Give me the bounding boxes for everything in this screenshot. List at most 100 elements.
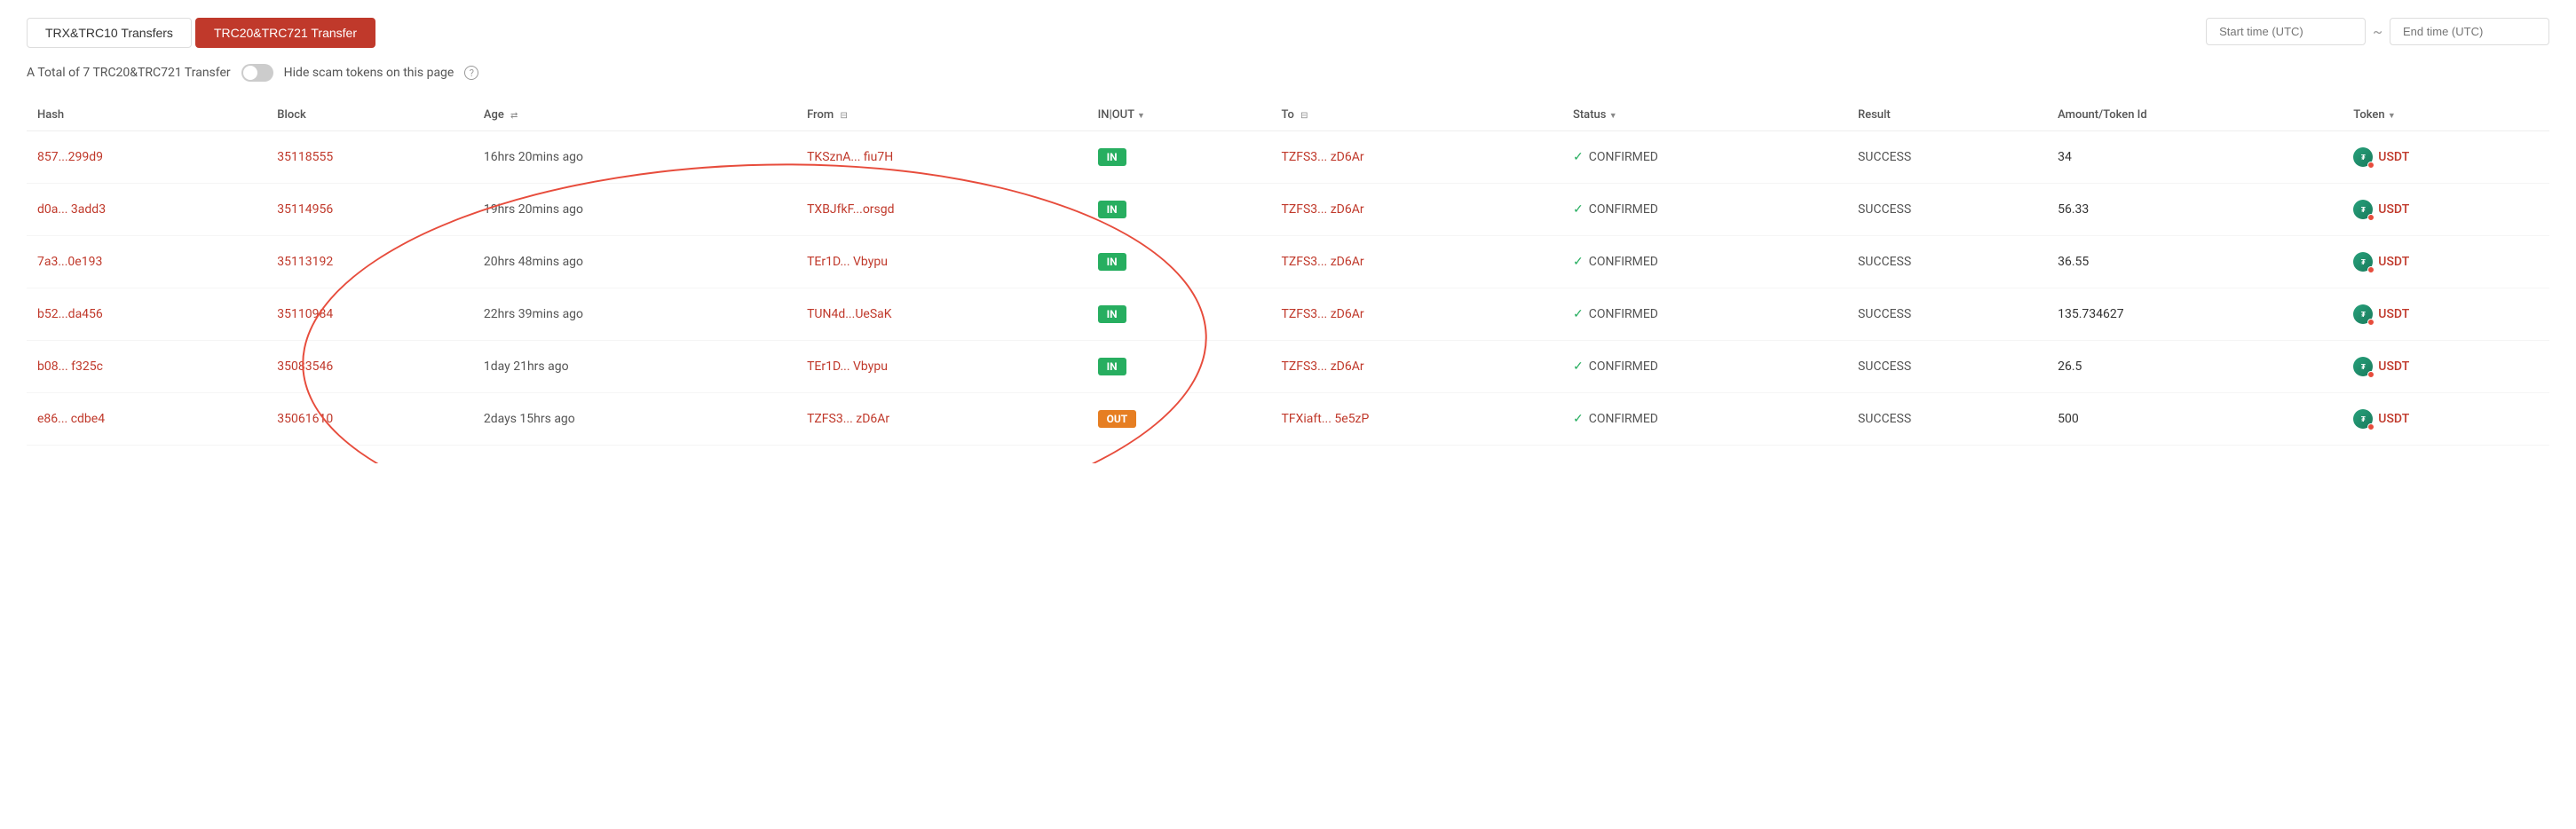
amount-text-2: 36.55: [2058, 255, 2089, 269]
age-text-4: 1day 21hrs ago: [484, 359, 569, 374]
confirmed-icon-3: ✓: [1573, 307, 1584, 321]
hash-link-5[interactable]: e86... cdbe4: [37, 412, 105, 426]
cell-direction-5: OUT: [1087, 393, 1271, 446]
cell-result-3: SUCCESS: [1847, 288, 2047, 341]
block-link-5[interactable]: 35061610: [277, 412, 333, 426]
col-status[interactable]: Status ▼: [1562, 99, 1847, 131]
tab-trc20[interactable]: TRC20&TRC721 Transfer: [195, 18, 375, 48]
cell-status-1: ✓ CONFIRMED: [1562, 184, 1847, 236]
table-row: b08... f325c 35083546 1day 21hrs ago TEr…: [27, 341, 2549, 393]
cell-age-0: 16hrs 20mins ago: [473, 131, 796, 184]
to-link-0[interactable]: TZFS3... zD6Ar: [1282, 150, 1364, 164]
col-inout[interactable]: IN|OUT ▼: [1087, 99, 1271, 131]
cell-from-1: TXBJfkF...orsgd: [796, 184, 1087, 236]
to-link-1[interactable]: TZFS3... zD6Ar: [1282, 202, 1364, 217]
age-text-0: 16hrs 20mins ago: [484, 150, 583, 164]
table-row: d0a... 3add3 35114956 19hrs 20mins ago T…: [27, 184, 2549, 236]
age-text-2: 20hrs 48mins ago: [484, 255, 583, 269]
from-link-2[interactable]: TEr1D... Vbypu: [807, 255, 888, 269]
inout-sort-icon: ▼: [1137, 112, 1145, 121]
table-row: 7a3...0e193 35113192 20hrs 48mins ago TE…: [27, 236, 2549, 288]
token-name-3[interactable]: USDT: [2378, 307, 2409, 321]
cell-from-3: TUN4d...UeSaK: [796, 288, 1087, 341]
token-icon-4: ₮: [2353, 357, 2373, 376]
start-time-input[interactable]: [2206, 18, 2366, 45]
hide-scam-toggle[interactable]: [241, 64, 273, 82]
summary-text: A Total of 7 TRC20&TRC721 Transfer: [27, 66, 231, 80]
cell-amount-5: 500: [2047, 393, 2343, 446]
to-filter-icon[interactable]: ⊟: [1300, 111, 1308, 121]
cell-hash-1: d0a... 3add3: [27, 184, 266, 236]
token-icon-2: ₮: [2353, 252, 2373, 272]
cell-amount-2: 36.55: [2047, 236, 2343, 288]
cell-direction-0: IN: [1087, 131, 1271, 184]
cell-result-2: SUCCESS: [1847, 236, 2047, 288]
cell-to-5: TFXiaft... 5e5zP: [1271, 393, 1562, 446]
confirmed-icon-5: ✓: [1573, 412, 1584, 426]
token-name-1[interactable]: USDT: [2378, 202, 2409, 217]
from-link-3[interactable]: TUN4d...UeSaK: [807, 307, 891, 321]
col-amount: Amount/Token Id: [2047, 99, 2343, 131]
direction-badge-2: IN: [1098, 253, 1126, 271]
cell-to-0: TZFS3... zD6Ar: [1271, 131, 1562, 184]
to-link-3[interactable]: TZFS3... zD6Ar: [1282, 307, 1364, 321]
col-hash: Hash: [27, 99, 266, 131]
amount-text-5: 500: [2058, 412, 2079, 426]
tab-trx[interactable]: TRX&TRC10 Transfers: [27, 18, 192, 48]
tab-bar: TRX&TRC10 Transfers TRC20&TRC721 Transfe…: [27, 18, 2549, 48]
hash-link-4[interactable]: b08... f325c: [37, 359, 103, 374]
hash-link-3[interactable]: b52...da456: [37, 307, 103, 321]
to-link-4[interactable]: TZFS3... zD6Ar: [1282, 359, 1364, 374]
age-text-5: 2days 15hrs ago: [484, 412, 575, 426]
from-link-4[interactable]: TEr1D... Vbypu: [807, 359, 888, 374]
cell-age-1: 19hrs 20mins ago: [473, 184, 796, 236]
block-link-4[interactable]: 35083546: [277, 359, 333, 374]
from-link-1[interactable]: TXBJfkF...orsgd: [807, 202, 894, 217]
block-link-3[interactable]: 35110984: [277, 307, 333, 321]
time-filters: ~: [2206, 18, 2549, 45]
block-link-0[interactable]: 35118555: [277, 150, 333, 164]
col-from: From ⊟: [796, 99, 1087, 131]
hash-link-0[interactable]: 857...299d9: [37, 150, 103, 164]
from-link-5[interactable]: TZFS3... zD6Ar: [807, 412, 889, 426]
direction-badge-5: OUT: [1098, 410, 1137, 428]
table-row: e86... cdbe4 35061610 2days 15hrs ago TZ…: [27, 393, 2549, 446]
from-link-0[interactable]: TKSznA... fiu7H: [807, 150, 893, 164]
status-text-0: CONFIRMED: [1589, 150, 1658, 164]
transfers-table: Hash Block Age ⇄ From ⊟ IN|OUT ▼ To ⊟: [27, 99, 2549, 446]
token-name-2[interactable]: USDT: [2378, 255, 2409, 269]
token-name-5[interactable]: USDT: [2378, 412, 2409, 426]
cell-hash-3: b52...da456: [27, 288, 266, 341]
cell-token-4: ₮ USDT: [2343, 341, 2549, 393]
amount-text-4: 26.5: [2058, 359, 2082, 374]
help-icon[interactable]: ?: [464, 66, 478, 80]
cell-to-2: TZFS3... zD6Ar: [1271, 236, 1562, 288]
token-name-0[interactable]: USDT: [2378, 150, 2409, 164]
end-time-input[interactable]: [2390, 18, 2549, 45]
col-age[interactable]: Age ⇄: [473, 99, 796, 131]
status-text-2: CONFIRMED: [1589, 255, 1658, 269]
cell-token-3: ₮ USDT: [2343, 288, 2549, 341]
hash-link-2[interactable]: 7a3...0e193: [37, 255, 102, 269]
token-name-4[interactable]: USDT: [2378, 359, 2409, 374]
hide-scam-label: Hide scam tokens on this page: [284, 66, 454, 80]
cell-block-5: 35061610: [266, 393, 473, 446]
cell-direction-3: IN: [1087, 288, 1271, 341]
result-text-0: SUCCESS: [1858, 150, 1911, 164]
block-link-1[interactable]: 35114956: [277, 202, 333, 217]
block-link-2[interactable]: 35113192: [277, 255, 333, 269]
from-filter-icon[interactable]: ⊟: [840, 111, 847, 121]
token-icon-1: ₮: [2353, 200, 2373, 219]
direction-badge-4: IN: [1098, 358, 1126, 375]
cell-token-1: ₮ USDT: [2343, 184, 2549, 236]
cell-from-2: TEr1D... Vbypu: [796, 236, 1087, 288]
to-link-5[interactable]: TFXiaft... 5e5zP: [1282, 412, 1370, 426]
token-sort-icon: ▼: [2388, 112, 2396, 121]
cell-amount-3: 135.734627: [2047, 288, 2343, 341]
hash-link-1[interactable]: d0a... 3add3: [37, 202, 106, 217]
to-link-2[interactable]: TZFS3... zD6Ar: [1282, 255, 1364, 269]
summary-bar: A Total of 7 TRC20&TRC721 Transfer Hide …: [27, 64, 2549, 82]
confirmed-icon-0: ✓: [1573, 150, 1584, 164]
col-token[interactable]: Token ▼: [2343, 99, 2549, 131]
token-badge-dot-3: [2367, 319, 2375, 326]
